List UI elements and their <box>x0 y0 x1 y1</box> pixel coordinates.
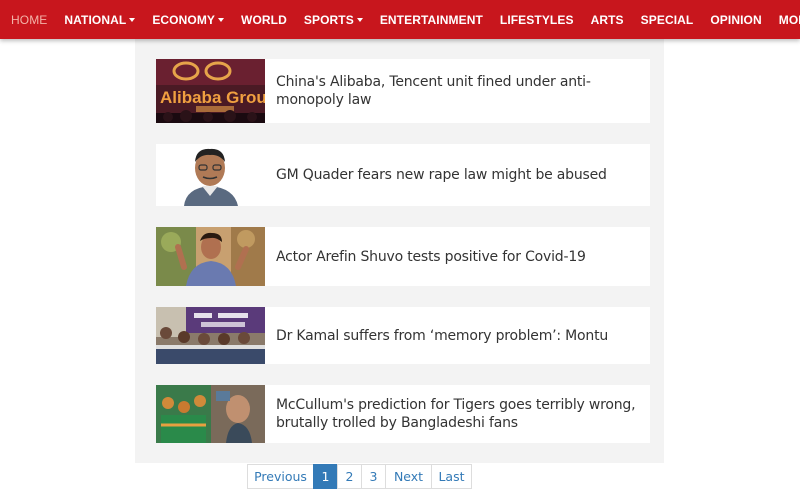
nav-sports[interactable]: SPORTS <box>304 13 363 27</box>
article-headline[interactable]: Dr Kamal suffers from ‘memory problem’: … <box>265 327 622 345</box>
last-page-button[interactable]: Last <box>431 464 472 489</box>
nav-home[interactable]: HOME <box>11 13 47 27</box>
page-2-button[interactable]: 2 <box>337 464 362 489</box>
pagination: Previous 1 2 3 Next Last <box>247 464 472 489</box>
page-1-button[interactable]: 1 <box>313 464 338 489</box>
press-conference-image <box>156 307 265 364</box>
portrait-image <box>156 144 265 206</box>
article-headline[interactable]: Actor Arefin Shuvo tests positive for Co… <box>265 248 600 266</box>
actor-photo-image <box>156 227 265 286</box>
article-card[interactable]: Dr Kamal suffers from ‘memory problem’: … <box>156 307 650 364</box>
caret-down-icon <box>218 18 225 22</box>
article-headline[interactable]: China's Alibaba, Tencent unit fined unde… <box>265 73 650 109</box>
article-thumbnail[interactable] <box>156 144 265 206</box>
caret-down-icon <box>356 18 363 22</box>
alibaba-logo-image: Alibaba Group <box>156 59 265 123</box>
article-thumbnail[interactable] <box>156 307 265 364</box>
svg-text:Alibaba Group: Alibaba Group <box>160 88 265 107</box>
nav-special[interactable]: SPECIAL <box>641 13 694 27</box>
article-thumbnail[interactable]: Alibaba Group <box>156 59 265 123</box>
nav-lifestyles[interactable]: LIFESTYLES <box>500 13 574 27</box>
caret-down-icon <box>129 18 136 22</box>
page-3-button[interactable]: 3 <box>361 464 386 489</box>
article-card[interactable]: Actor Arefin Shuvo tests positive for Co… <box>156 227 650 286</box>
nav-national[interactable]: NATIONAL <box>64 13 136 27</box>
nav-more[interactable]: MORE <box>779 13 800 27</box>
article-card[interactable]: Alibaba Group China's Alibaba, Tencent u… <box>156 59 650 123</box>
article-headline[interactable]: GM Quader fears new rape law might be ab… <box>265 166 621 184</box>
main-navbar: HOME NATIONAL ECONOMY WORLD SPORTS ENTER… <box>0 0 800 39</box>
previous-page-button[interactable]: Previous <box>247 464 314 489</box>
article-thumbnail[interactable] <box>156 227 265 286</box>
nav-arts[interactable]: ARTS <box>591 13 624 27</box>
article-card[interactable]: GM Quader fears new rape law might be ab… <box>156 144 650 206</box>
article-headline[interactable]: McCullum's prediction for Tigers goes te… <box>265 396 650 432</box>
cricket-fans-image <box>156 385 265 443</box>
article-card[interactable]: McCullum's prediction for Tigers goes te… <box>156 385 650 443</box>
next-page-button[interactable]: Next <box>385 464 432 489</box>
nav-entertainment[interactable]: ENTERTAINMENT <box>380 13 483 27</box>
nav-opinion[interactable]: OPINION <box>710 13 761 27</box>
nav-economy[interactable]: ECONOMY <box>152 13 225 27</box>
article-thumbnail[interactable] <box>156 385 265 443</box>
nav-world[interactable]: WORLD <box>241 13 287 27</box>
